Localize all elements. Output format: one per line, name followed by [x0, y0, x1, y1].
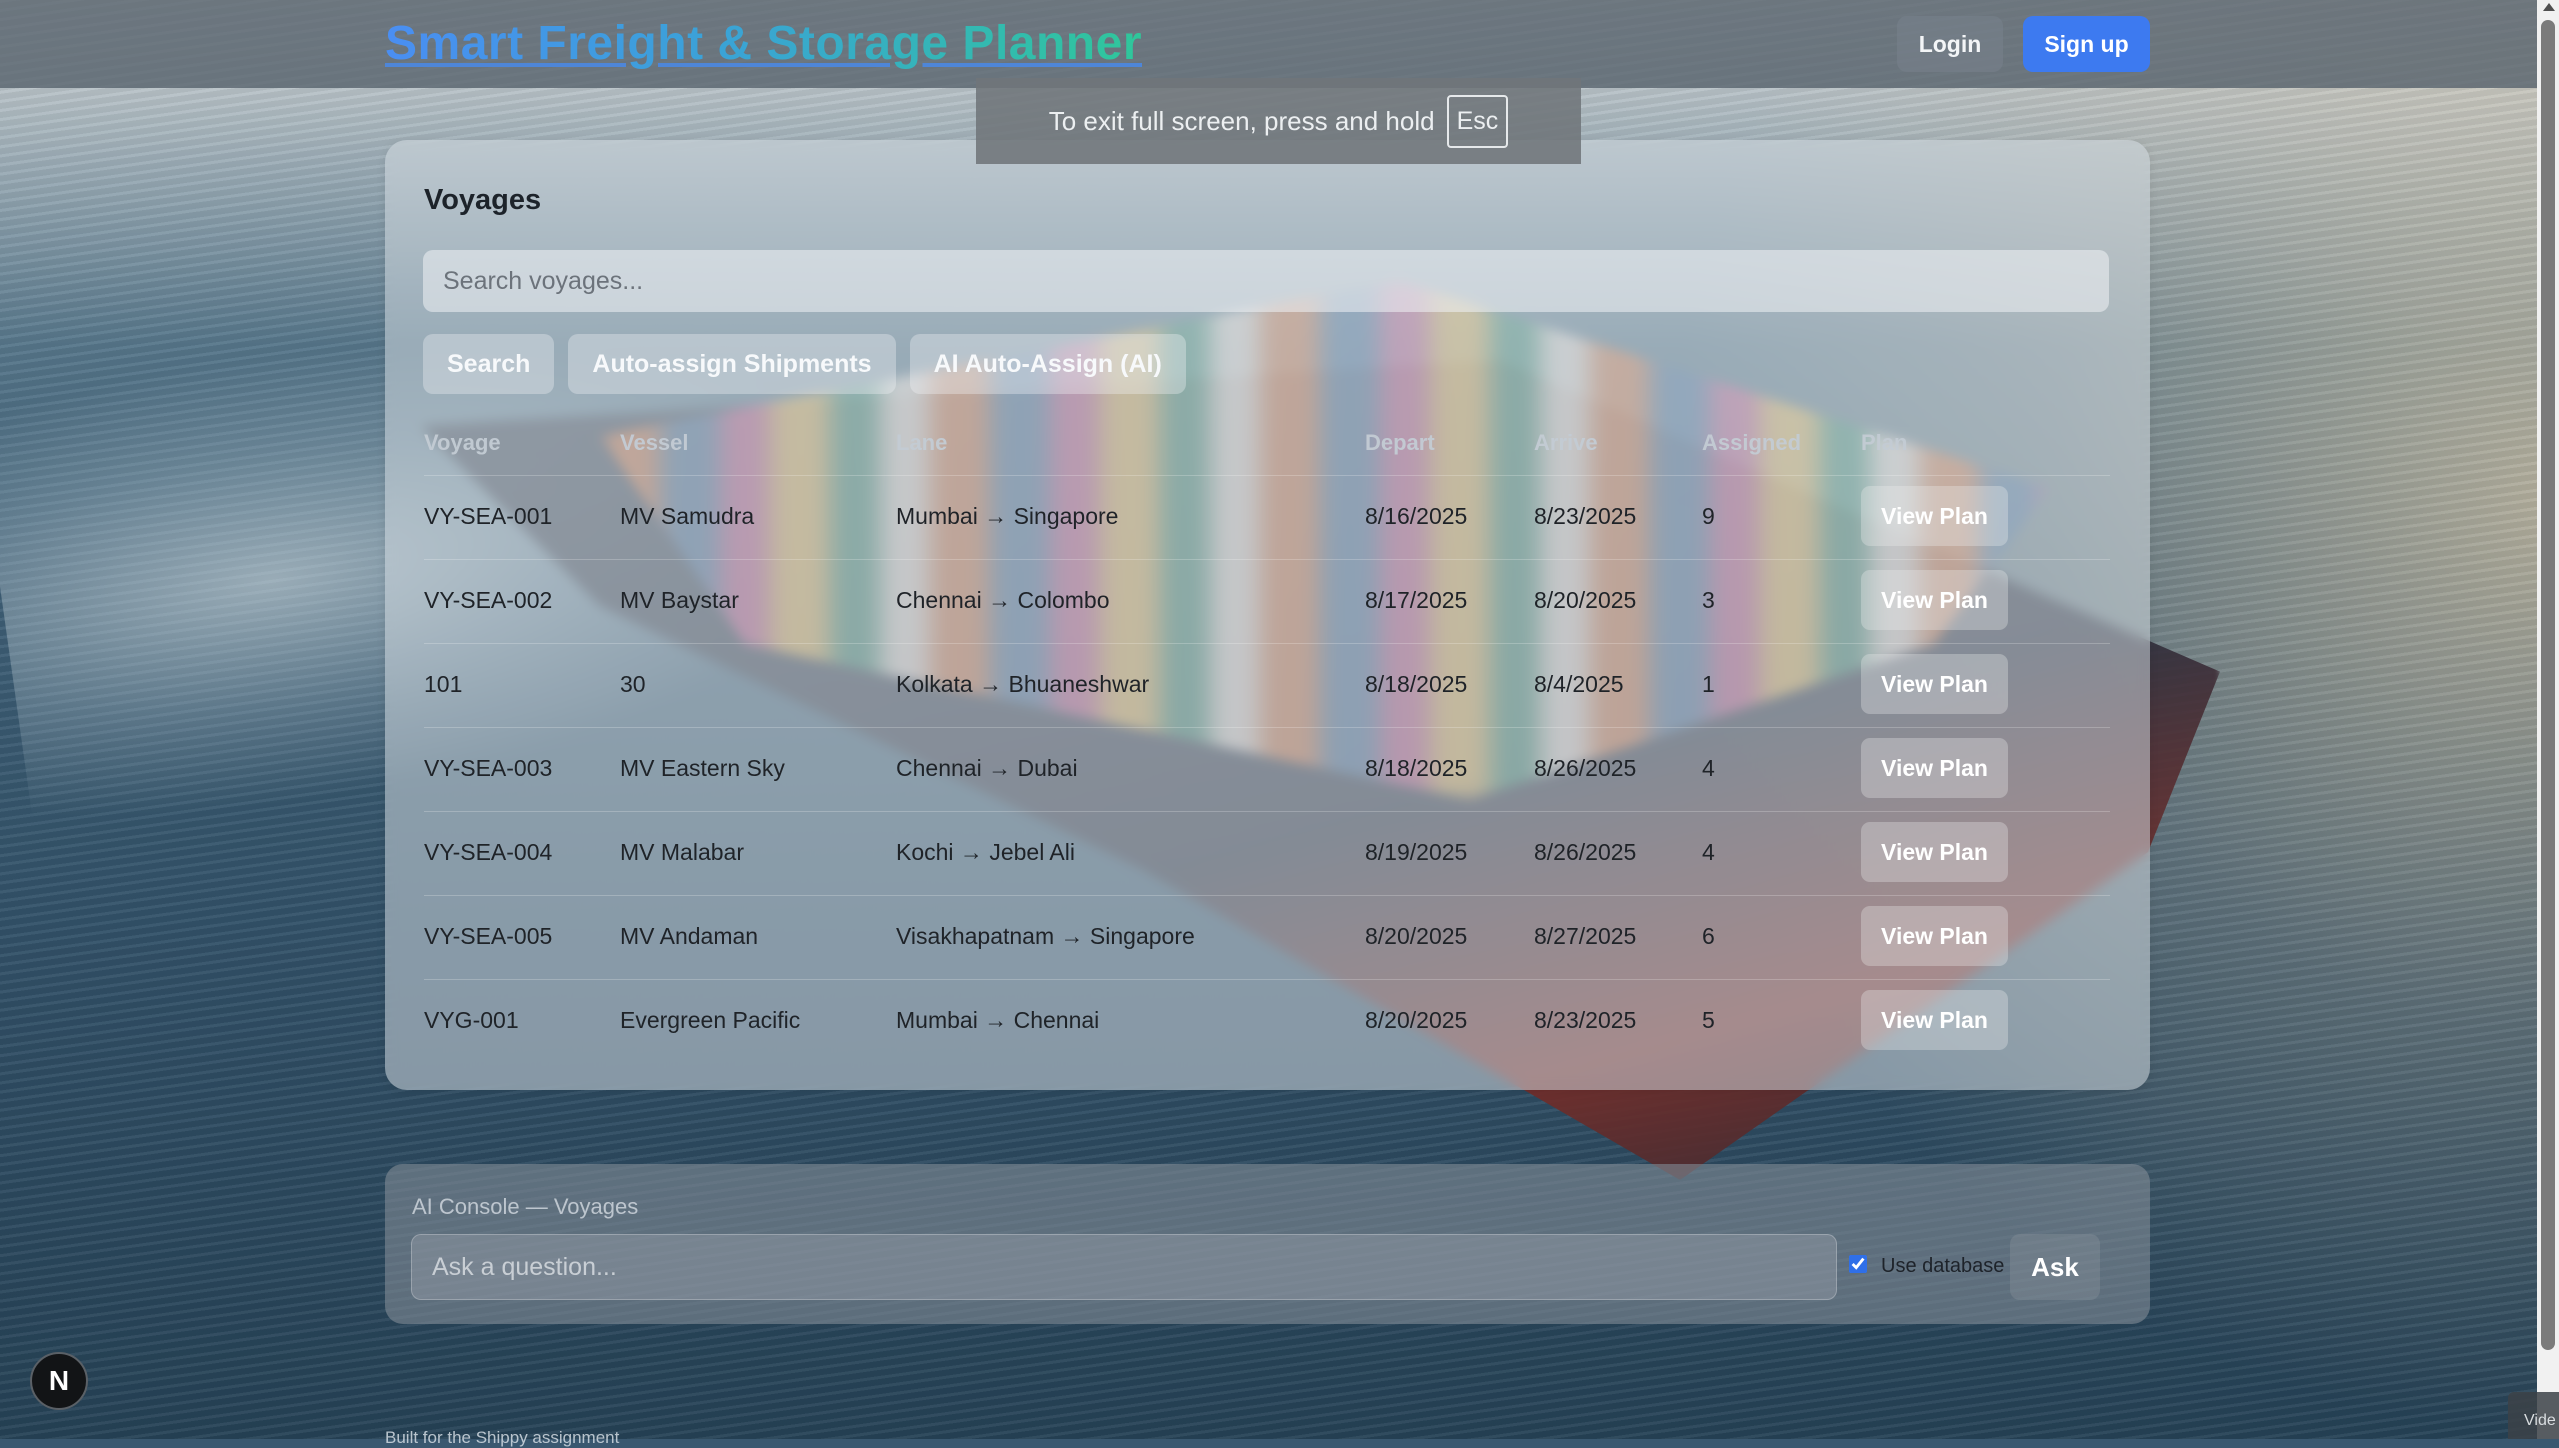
table-row: VY-SEA-002 MV Baystar Chennai → Colombo … — [424, 559, 2110, 643]
arrive-date: 8/23/2025 — [1534, 1007, 1637, 1033]
use-database-label[interactable]: Use database — [1881, 1255, 2004, 1278]
column-header-lane: Lane — [896, 430, 948, 455]
lane: Mumbai → Chennai — [896, 1007, 1100, 1033]
view-plan-button[interactable]: View Plan — [1861, 822, 2008, 882]
arrive-date: 8/4/2025 — [1534, 671, 1624, 697]
voyage-id: VY-SEA-003 — [424, 755, 553, 781]
nextjs-devtools-badge[interactable]: N — [30, 1352, 88, 1410]
column-header-voyage: Voyage — [424, 430, 501, 455]
depart-date: 8/16/2025 — [1365, 503, 1468, 529]
vessel-name: MV Eastern Sky — [620, 755, 785, 781]
assigned-count: 1 — [1702, 671, 1715, 697]
vessel-name: MV Malabar — [620, 839, 744, 865]
table-row: VY-SEA-003 MV Eastern Sky Chennai → Duba… — [424, 727, 2110, 811]
view-plan-button[interactable]: View Plan — [1861, 570, 2008, 630]
voyage-id: 101 — [424, 671, 463, 697]
voyages-card: Voyages Search Auto-assign Shipments AI … — [385, 140, 2150, 1090]
lane: Chennai → Colombo — [896, 587, 1110, 613]
arrive-date: 8/20/2025 — [1534, 587, 1637, 613]
voyages-title: Voyages — [424, 184, 542, 216]
assigned-count: 3 — [1702, 587, 1715, 613]
voyage-id: VY-SEA-005 — [424, 923, 553, 949]
voyages-table-header: Voyage Vessel Lane Depart Arrive Assigne… — [424, 430, 2110, 466]
assigned-count: 5 — [1702, 1007, 1715, 1033]
ai-console-title: AI Console — Voyages — [412, 1194, 639, 1219]
view-plan-button[interactable]: View Plan — [1861, 906, 2008, 966]
voyage-id: VY-SEA-002 — [424, 587, 553, 613]
table-row: VYG-001 Evergreen Pacific Mumbai → Chenn… — [424, 979, 2110, 1063]
column-header-assigned: Assigned — [1702, 430, 1802, 455]
login-button[interactable]: Login — [1897, 16, 2003, 72]
vessel-name: MV Baystar — [620, 587, 739, 613]
depart-date: 8/20/2025 — [1365, 1007, 1468, 1033]
column-header-plan: Plan — [1861, 430, 1908, 455]
view-plan-button[interactable]: View Plan — [1861, 486, 2008, 546]
arrive-date: 8/23/2025 — [1534, 503, 1637, 529]
column-header-arrive: Arrive — [1534, 430, 1598, 455]
vessel-name: 30 — [620, 671, 646, 697]
arrive-date: 8/26/2025 — [1534, 755, 1637, 781]
scroll-up-arrow-icon[interactable] — [2543, 3, 2555, 11]
assigned-count: 4 — [1702, 755, 1715, 781]
depart-date: 8/17/2025 — [1365, 587, 1468, 613]
ask-button[interactable]: Ask — [2010, 1234, 2100, 1300]
arrive-date: 8/26/2025 — [1534, 839, 1637, 865]
arrive-date: 8/27/2025 — [1534, 923, 1637, 949]
assigned-count: 4 — [1702, 839, 1715, 865]
lane: Kochi → Jebel Ali — [896, 839, 1075, 865]
view-plan-button[interactable]: View Plan — [1861, 738, 2008, 798]
voyage-search-input[interactable] — [423, 250, 2109, 312]
column-header-depart: Depart — [1365, 430, 1435, 455]
search-button[interactable]: Search — [423, 334, 555, 394]
vessel-name: MV Samudra — [620, 503, 755, 529]
voyage-actions: Search Auto-assign Shipments AI Auto-Ass… — [423, 334, 1186, 394]
view-plan-button[interactable]: View Plan — [1861, 654, 2008, 714]
lane: Visakhapatnam → Singapore — [896, 923, 1195, 949]
voyage-id: VY-SEA-004 — [424, 839, 553, 865]
lane: Chennai → Dubai — [896, 755, 1078, 781]
use-database-checkbox[interactable] — [1849, 1255, 1867, 1273]
table-row: VY-SEA-004 MV Malabar Kochi → Jebel Ali … — [424, 811, 2110, 895]
column-header-vessel: Vessel — [620, 430, 689, 455]
voyage-id: VY-SEA-001 — [424, 503, 553, 529]
assigned-count: 9 — [1702, 503, 1715, 529]
depart-date: 8/19/2025 — [1365, 839, 1468, 865]
video-tab[interactable]: Vide — [2508, 1392, 2559, 1439]
esc-key-hint: Esc — [1446, 94, 1509, 148]
auto-assign-button[interactable]: Auto-assign Shipments — [568, 334, 896, 394]
fullscreen-toast-message: To exit full screen, press and hold — [1048, 105, 1435, 136]
lane: Mumbai → Singapore — [896, 503, 1119, 529]
top-navbar — [0, 0, 2537, 88]
scrollbar-thumb[interactable] — [2541, 20, 2555, 1350]
brand-title[interactable]: Smart Freight & Storage Planner — [385, 16, 1142, 71]
depart-date: 8/18/2025 — [1365, 671, 1468, 697]
fullscreen-exit-toast: To exit full screen, press and hold Esc — [976, 78, 1581, 164]
depart-date: 8/18/2025 — [1365, 755, 1468, 781]
table-row: VY-SEA-005 MV Andaman Visakhapatnam → Si… — [424, 895, 2110, 979]
ai-question-input[interactable] — [411, 1234, 1837, 1300]
voyages-table-body: VY-SEA-001 MV Samudra Mumbai → Singapore… — [424, 475, 2110, 1063]
view-plan-button[interactable]: View Plan — [1861, 990, 2008, 1050]
ai-auto-assign-button[interactable]: AI Auto-Assign (AI) — [909, 334, 1186, 394]
lane: Kolkata → Bhuaneshwar — [896, 671, 1150, 697]
depart-date: 8/20/2025 — [1365, 923, 1468, 949]
table-row: 101 30 Kolkata → Bhuaneshwar 8/18/2025 8… — [424, 643, 2110, 727]
signup-button[interactable]: Sign up — [2023, 16, 2150, 72]
voyage-id: VYG-001 — [424, 1007, 519, 1033]
ai-console: AI Console — Voyages Use database Ask — [385, 1164, 2150, 1324]
vessel-name: Evergreen Pacific — [620, 1007, 801, 1033]
footer-text: Built for the Shippy assignment — [385, 1428, 620, 1447]
vessel-name: MV Andaman — [620, 923, 759, 949]
assigned-count: 6 — [1702, 923, 1715, 949]
table-row: VY-SEA-001 MV Samudra Mumbai → Singapore… — [424, 475, 2110, 559]
